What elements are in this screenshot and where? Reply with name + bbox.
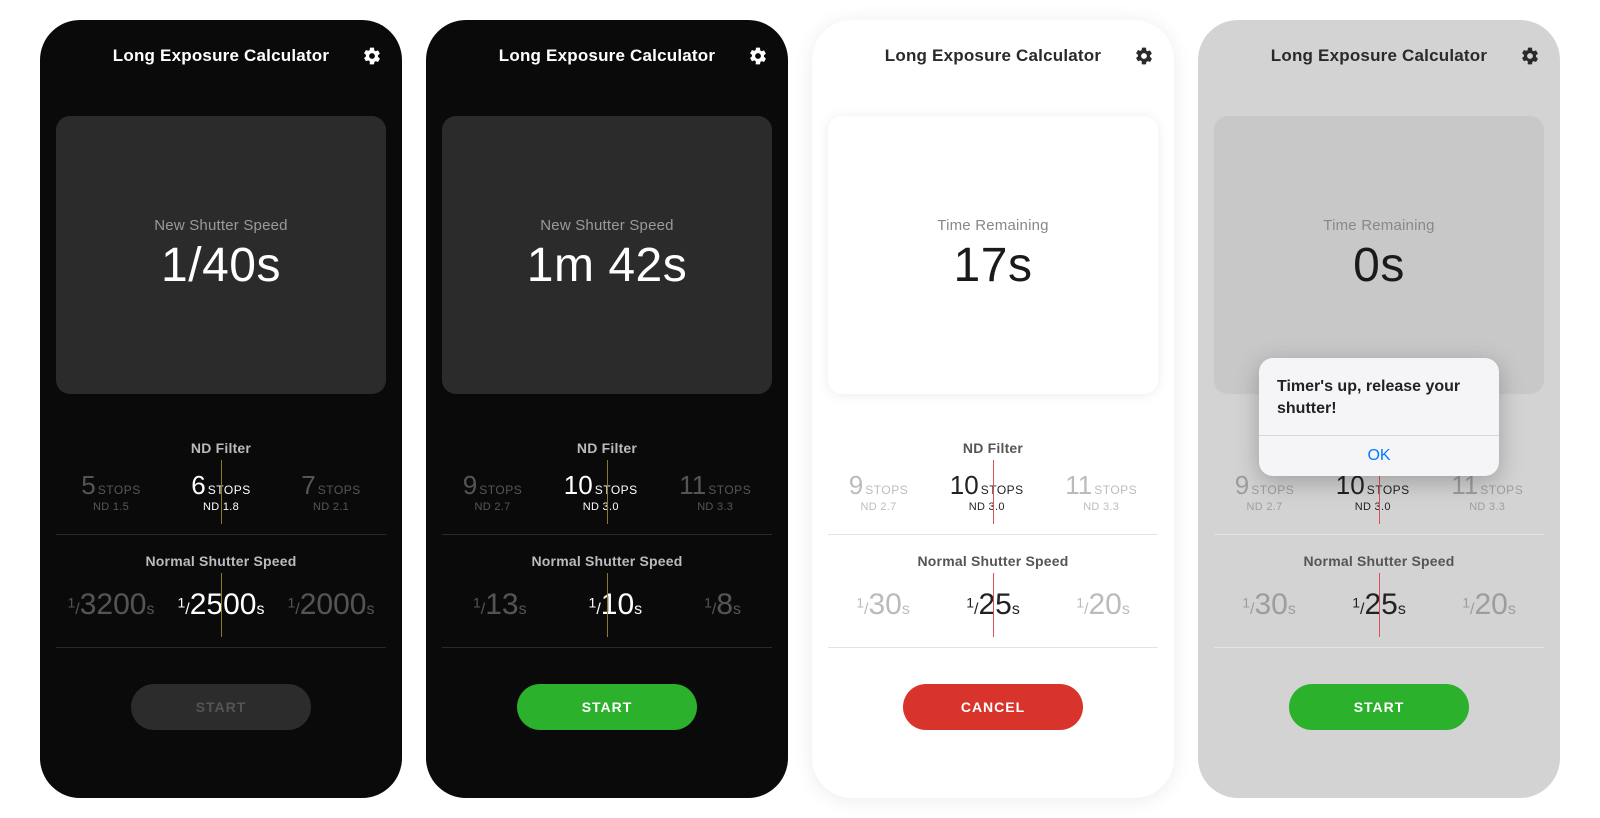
shutter-section: Normal Shutter Speed 1/3200s 1/2500s 1/2… bbox=[40, 553, 402, 635]
shutter-option-selected[interactable]: 1/10s bbox=[589, 590, 643, 620]
gear-icon[interactable] bbox=[1134, 46, 1154, 66]
header: Long Exposure Calculator bbox=[426, 26, 788, 86]
card-value: 1m 42s bbox=[527, 238, 687, 293]
shutter-picker[interactable]: 1/30s 1/25s 1/20s bbox=[828, 575, 1158, 635]
divider bbox=[828, 647, 1158, 648]
nd-filter-title: ND Filter bbox=[56, 440, 386, 456]
nd-filter-title: ND Filter bbox=[828, 440, 1158, 456]
card-value: 1/40s bbox=[161, 238, 281, 293]
screen-4: Long Exposure Calculator Time Remaining … bbox=[1198, 20, 1560, 798]
nd-filter-picker[interactable]: 9STOPS ND 2.7 10STOPS ND 3.0 11STOPS ND … bbox=[442, 462, 772, 522]
divider bbox=[828, 534, 1158, 535]
nd-option-next[interactable]: 7STOPS ND 2.1 bbox=[301, 472, 360, 513]
nd-filter-title: ND Filter bbox=[442, 440, 772, 456]
gear-icon[interactable] bbox=[748, 46, 768, 66]
shutter-option-next[interactable]: 1/8s bbox=[704, 590, 741, 620]
header: Long Exposure Calculator bbox=[40, 26, 402, 86]
nd-filter-picker[interactable]: 9STOPS ND 2.7 10STOPS ND 3.0 11STOPS ND … bbox=[828, 462, 1158, 522]
screen-2: Long Exposure Calculator New Shutter Spe… bbox=[426, 20, 788, 798]
button-row: START bbox=[426, 684, 788, 730]
button-row: CANCEL bbox=[812, 684, 1174, 730]
picker-indicator bbox=[993, 573, 994, 637]
picker-indicator bbox=[993, 460, 994, 524]
screen-1: Long Exposure Calculator New Shutter Spe… bbox=[40, 20, 402, 798]
card-label: Time Remaining bbox=[937, 217, 1048, 234]
screen-3: Long Exposure Calculator Time Remaining … bbox=[812, 20, 1174, 798]
shutter-option-prev[interactable]: 1/30s bbox=[856, 590, 910, 620]
picker-indicator bbox=[221, 573, 222, 637]
nd-option-next[interactable]: 11STOPS ND 3.3 bbox=[679, 472, 751, 513]
shutter-picker[interactable]: 1/13s 1/10s 1/8s bbox=[442, 575, 772, 635]
button-row: START bbox=[40, 684, 402, 730]
card-label: New Shutter Speed bbox=[154, 217, 287, 234]
alert-dialog: Timer's up, release your shutter! OK bbox=[1259, 358, 1499, 476]
card-label: New Shutter Speed bbox=[540, 217, 673, 234]
shutter-picker[interactable]: 1/3200s 1/2500s 1/2000s bbox=[56, 575, 386, 635]
shutter-option-prev[interactable]: 1/13s bbox=[473, 590, 527, 620]
picker-indicator bbox=[221, 460, 222, 524]
picker-indicator bbox=[607, 573, 608, 637]
nd-option-prev[interactable]: 9STOPS ND 2.7 bbox=[849, 472, 908, 513]
alert-overlay: Timer's up, release your shutter! OK bbox=[1198, 20, 1560, 798]
result-card: New Shutter Speed 1m 42s bbox=[442, 116, 772, 394]
divider bbox=[56, 647, 386, 648]
nd-option-prev[interactable]: 9STOPS ND 2.7 bbox=[463, 472, 522, 513]
divider bbox=[442, 534, 772, 535]
nd-option-selected[interactable]: 10STOPS ND 3.0 bbox=[564, 472, 638, 513]
shutter-option-next[interactable]: 1/20s bbox=[1076, 590, 1130, 620]
gear-icon[interactable] bbox=[362, 46, 382, 66]
shutter-title: Normal Shutter Speed bbox=[828, 553, 1158, 569]
nd-option-prev[interactable]: 5STOPS ND 1.5 bbox=[81, 472, 140, 513]
nd-option-next[interactable]: 11STOPS ND 3.3 bbox=[1065, 472, 1137, 513]
divider bbox=[442, 647, 772, 648]
shutter-title: Normal Shutter Speed bbox=[442, 553, 772, 569]
shutter-section: Normal Shutter Speed 1/30s 1/25s 1/20s bbox=[812, 553, 1174, 635]
shutter-option-prev[interactable]: 1/3200s bbox=[68, 590, 155, 620]
nd-filter-picker[interactable]: 5STOPS ND 1.5 6STOPS ND 1.8 7STOPS ND 2.… bbox=[56, 462, 386, 522]
result-card: New Shutter Speed 1/40s bbox=[56, 116, 386, 394]
divider bbox=[56, 534, 386, 535]
nd-option-selected[interactable]: 10STOPS ND 3.0 bbox=[950, 472, 1024, 513]
card-value: 17s bbox=[954, 238, 1033, 293]
shutter-section: Normal Shutter Speed 1/13s 1/10s 1/8s bbox=[426, 553, 788, 635]
header: Long Exposure Calculator bbox=[812, 26, 1174, 86]
nd-filter-section: ND Filter 9STOPS ND 2.7 10STOPS ND 3.0 1… bbox=[426, 440, 788, 522]
shutter-title: Normal Shutter Speed bbox=[56, 553, 386, 569]
alert-message: Timer's up, release your shutter! bbox=[1259, 358, 1499, 435]
picker-indicator bbox=[607, 460, 608, 524]
shutter-option-next[interactable]: 1/2000s bbox=[288, 590, 375, 620]
cancel-button[interactable]: CANCEL bbox=[903, 684, 1083, 730]
result-card: Time Remaining 17s bbox=[828, 116, 1158, 394]
nd-filter-section: ND Filter 5STOPS ND 1.5 6STOPS ND 1.8 7S… bbox=[40, 440, 402, 522]
start-button[interactable]: START bbox=[131, 684, 311, 730]
app-title: Long Exposure Calculator bbox=[499, 46, 715, 66]
app-title: Long Exposure Calculator bbox=[113, 46, 329, 66]
nd-filter-section: ND Filter 9STOPS ND 2.7 10STOPS ND 3.0 1… bbox=[812, 440, 1174, 522]
start-button[interactable]: START bbox=[517, 684, 697, 730]
alert-ok-button[interactable]: OK bbox=[1259, 436, 1499, 476]
app-title: Long Exposure Calculator bbox=[885, 46, 1101, 66]
